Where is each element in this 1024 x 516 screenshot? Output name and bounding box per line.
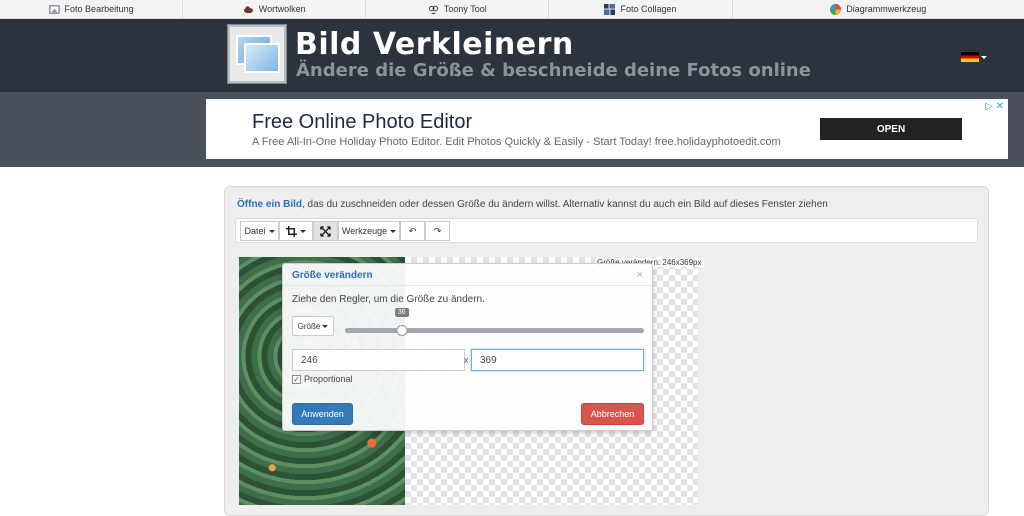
proportional-checkbox[interactable]: ✓ xyxy=(292,374,301,384)
tools-menu-button[interactable]: Werkzeuge xyxy=(338,221,400,241)
toony-face-icon xyxy=(428,5,438,14)
nav-item-foto-collagen[interactable]: Foto Collagen xyxy=(549,0,733,18)
proportional-option[interactable]: ✓ Proportional xyxy=(292,374,353,384)
top-nav: Foto Bearbeitung Wortwolken Toony Tool F… xyxy=(0,0,1024,19)
times-sign: x xyxy=(464,355,469,365)
cloud-icon xyxy=(243,5,253,13)
apply-button[interactable]: Anwenden xyxy=(292,403,353,425)
ad-banner[interactable]: Free Online Photo Editor A Free All-In-O… xyxy=(206,99,1008,159)
nav-item-diagrammwerkzeug[interactable]: Diagrammwerkzeug xyxy=(733,0,1024,18)
nav-item-wortwolken[interactable]: Wortwolken xyxy=(183,0,367,18)
nav-item-foto-bearbeitung[interactable]: Foto Bearbeitung xyxy=(0,0,184,18)
resize-button[interactable] xyxy=(313,221,338,241)
file-menu-label: Datei xyxy=(244,226,266,236)
resize-dialog: Größe verändern × Ziehe den Regler, um d… xyxy=(282,263,653,431)
crop-icon xyxy=(286,225,297,237)
height-input[interactable] xyxy=(471,349,644,371)
site-title: Bild Verkleinern xyxy=(295,27,574,62)
nav-label: Foto Bearbeitung xyxy=(64,4,134,14)
nav-label: Diagrammwerkzeug xyxy=(846,4,927,14)
language-selector[interactable] xyxy=(961,52,987,62)
chevron-down-icon xyxy=(390,229,397,233)
proportional-label: Proportional xyxy=(304,374,353,384)
open-image-link[interactable]: Öffne ein Bild xyxy=(237,199,302,210)
dialog-title: Größe verändern xyxy=(292,270,373,281)
nav-item-toony-tool[interactable]: Toony Tool xyxy=(366,0,550,18)
nav-label: Foto Collagen xyxy=(620,4,677,14)
cancel-button[interactable]: Abbrechen xyxy=(581,403,644,425)
tools-menu-label: Werkzeuge xyxy=(341,226,388,236)
collage-icon xyxy=(604,3,616,15)
redo-icon: ↷ xyxy=(433,225,442,236)
resize-mode-label: Größe xyxy=(297,321,321,331)
intro-text: Öffne ein Bild, das du zuschneiden oder … xyxy=(237,199,828,210)
ad-description: A Free All-In-One Holiday Photo Editor. … xyxy=(252,136,781,148)
file-menu-button[interactable]: Datei xyxy=(240,221,279,241)
slider-handle[interactable] xyxy=(396,325,408,336)
redo-button[interactable]: ↷ xyxy=(425,221,450,241)
chevron-down-icon xyxy=(981,55,987,59)
undo-button[interactable]: ↶ xyxy=(400,221,425,241)
intro-rest: , das du zuschneiden oder dessen Größe d… xyxy=(302,199,828,210)
chevron-down-icon xyxy=(322,324,329,328)
dialog-hint: Ziehe den Regler, um die Größe zu ändern… xyxy=(292,294,485,305)
de-flag-icon xyxy=(961,52,979,62)
crop-button[interactable] xyxy=(279,221,313,241)
dialog-header: Größe verändern × xyxy=(283,264,652,286)
site-logo[interactable] xyxy=(228,25,286,83)
site-header: Bild Verkleinern Ändere die Größe & besc… xyxy=(0,19,1024,92)
ad-choices-icon[interactable]: ▷ ✕ xyxy=(985,101,1004,112)
undo-icon: ↶ xyxy=(408,225,417,236)
width-input[interactable] xyxy=(292,349,465,371)
ad-open-button[interactable]: OPEN xyxy=(820,118,962,140)
nav-label: Wortwolken xyxy=(258,4,306,14)
ad-band: Free Online Photo Editor A Free All-In-O… xyxy=(0,92,1024,167)
size-slider[interactable]: 36 xyxy=(345,308,644,336)
close-icon[interactable]: × xyxy=(637,269,643,281)
resize-mode-select[interactable]: Größe xyxy=(292,316,334,336)
chevron-down-icon xyxy=(268,229,275,233)
photo-edit-icon xyxy=(49,4,60,14)
pie-chart-icon xyxy=(830,3,842,15)
resize-arrows-icon xyxy=(320,225,331,237)
editor-toolbar: Datei Werkzeuge ↶ ↷ xyxy=(235,218,978,243)
slider-value-tooltip: 36 xyxy=(394,308,409,317)
logo-photo-front xyxy=(244,43,280,73)
site-subtitle: Ändere die Größe & beschneide deine Foto… xyxy=(296,60,811,81)
nav-label: Toony Tool xyxy=(443,4,487,14)
chevron-down-icon xyxy=(300,229,306,233)
ad-title[interactable]: Free Online Photo Editor xyxy=(252,111,472,134)
